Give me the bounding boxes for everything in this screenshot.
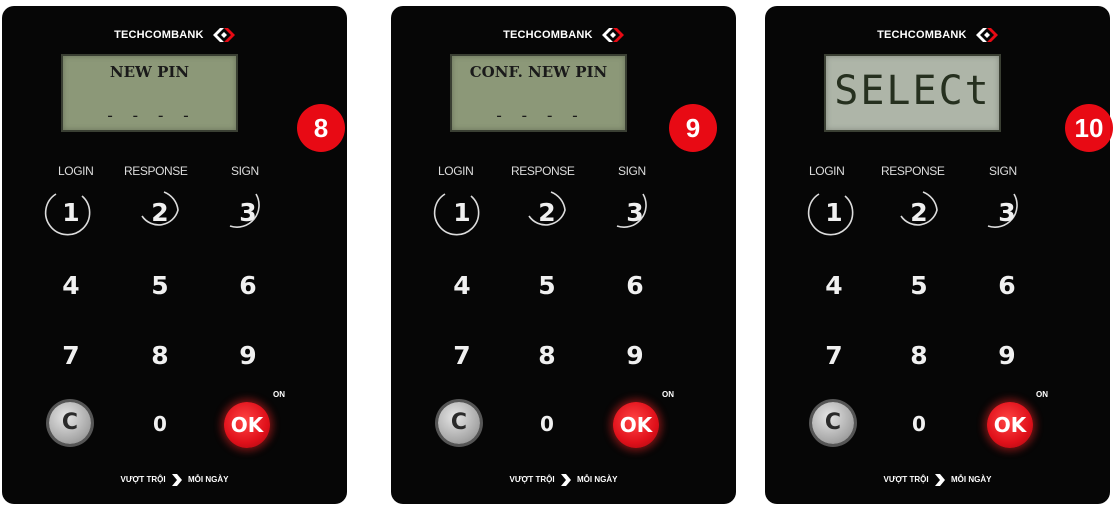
key-5[interactable]: 5 <box>140 271 180 301</box>
key-7[interactable]: 7 <box>51 341 91 371</box>
ok-button[interactable]: OK <box>224 402 270 448</box>
lcd-line-1: CONF. NEW PIN <box>469 63 608 81</box>
label-sign: SIGN <box>231 164 259 178</box>
lcd-screen: CONF. NEW PIN - - - - <box>450 54 627 132</box>
slogan-arrow-icon <box>171 474 182 486</box>
key-1[interactable]: 1 <box>51 198 91 228</box>
lcd-screen: SELECt <box>824 54 1001 132</box>
key-1[interactable]: 1 <box>442 198 482 228</box>
slogan: VƯỢT TRỘI MỖI NGÀY <box>765 474 1110 486</box>
slogan-arrow-icon <box>934 474 945 486</box>
otp-token-step-8: TECHCOMBANK NEW PIN - - - - LOGIN RESPON… <box>2 6 347 504</box>
slogan-arrow-icon <box>560 474 571 486</box>
slogan: VƯỢT TRỘI MỖI NGÀY <box>2 474 347 486</box>
lcd-line-2: - - - - <box>494 106 583 125</box>
key-4[interactable]: 4 <box>442 271 482 301</box>
key-9[interactable]: 9 <box>987 341 1027 371</box>
label-login: LOGIN <box>58 164 94 178</box>
key-5[interactable]: 5 <box>899 271 939 301</box>
clear-button[interactable]: C <box>49 402 91 444</box>
key-0[interactable]: 0 <box>140 409 180 439</box>
key-7[interactable]: 7 <box>442 341 482 371</box>
on-label: ON <box>1036 390 1048 399</box>
key-6[interactable]: 6 <box>228 271 268 301</box>
otp-token-step-10: TECHCOMBANK SELECt LOGIN RESPONSE SIGN 1… <box>765 6 1110 504</box>
techcombank-logo-icon <box>212 28 235 42</box>
key-1[interactable]: 1 <box>814 198 854 228</box>
otp-token-step-9: TECHCOMBANK CONF. NEW PIN - - - - LOGIN … <box>391 6 736 504</box>
brand-header: TECHCOMBANK <box>391 28 736 42</box>
techcombank-logo-icon <box>601 28 624 42</box>
on-label: ON <box>662 390 674 399</box>
clear-button[interactable]: C <box>438 402 480 444</box>
key-4[interactable]: 4 <box>814 271 854 301</box>
on-label: ON <box>273 390 285 399</box>
key-2[interactable]: 2 <box>899 198 939 228</box>
brand-name: TECHCOMBANK <box>503 28 593 41</box>
lcd-screen: NEW PIN - - - - <box>61 54 238 132</box>
key-8[interactable]: 8 <box>140 341 180 371</box>
brand-name: TECHCOMBANK <box>877 28 967 41</box>
label-login: LOGIN <box>809 164 845 178</box>
lcd-line-2: - - - - <box>105 106 194 125</box>
key-6[interactable]: 6 <box>987 271 1027 301</box>
label-sign: SIGN <box>618 164 646 178</box>
slogan-right: MỖI NGÀY <box>188 475 229 485</box>
label-login: LOGIN <box>438 164 474 178</box>
key-2[interactable]: 2 <box>140 198 180 228</box>
key-4[interactable]: 4 <box>51 271 91 301</box>
lcd-segment-text: SELECt <box>834 68 991 114</box>
slogan-left: VƯỢT TRỘI <box>509 475 555 485</box>
slogan: VƯỢT TRỘI MỖI NGÀY <box>391 474 736 486</box>
key-3[interactable]: 3 <box>228 198 268 228</box>
slogan-left: VƯỢT TRỘI <box>120 475 166 485</box>
lcd-line-1: NEW PIN <box>109 63 190 81</box>
step-badge: 9 <box>669 104 717 152</box>
slogan-right: MỖI NGÀY <box>577 475 618 485</box>
key-7[interactable]: 7 <box>814 341 854 371</box>
slogan-right: MỖI NGÀY <box>951 475 992 485</box>
ok-button[interactable]: OK <box>613 402 659 448</box>
clear-button[interactable]: C <box>812 402 854 444</box>
key-9[interactable]: 9 <box>615 341 655 371</box>
step-badge: 8 <box>297 104 345 152</box>
label-response: RESPONSE <box>881 164 945 178</box>
key-3[interactable]: 3 <box>987 198 1027 228</box>
brand-header: TECHCOMBANK <box>765 28 1110 42</box>
ok-button[interactable]: OK <box>987 402 1033 448</box>
key-8[interactable]: 8 <box>899 341 939 371</box>
label-sign: SIGN <box>989 164 1017 178</box>
brand-name: TECHCOMBANK <box>114 28 204 41</box>
techcombank-logo-icon <box>975 28 998 42</box>
label-response: RESPONSE <box>511 164 575 178</box>
key-8[interactable]: 8 <box>527 341 567 371</box>
slogan-left: VƯỢT TRỘI <box>883 475 929 485</box>
key-0[interactable]: 0 <box>527 409 567 439</box>
key-2[interactable]: 2 <box>527 198 567 228</box>
label-response: RESPONSE <box>124 164 188 178</box>
step-badge: 10 <box>1065 104 1113 152</box>
key-0[interactable]: 0 <box>899 409 939 439</box>
brand-header: TECHCOMBANK <box>2 28 347 42</box>
key-6[interactable]: 6 <box>615 271 655 301</box>
key-9[interactable]: 9 <box>228 341 268 371</box>
key-3[interactable]: 3 <box>615 198 655 228</box>
key-5[interactable]: 5 <box>527 271 567 301</box>
